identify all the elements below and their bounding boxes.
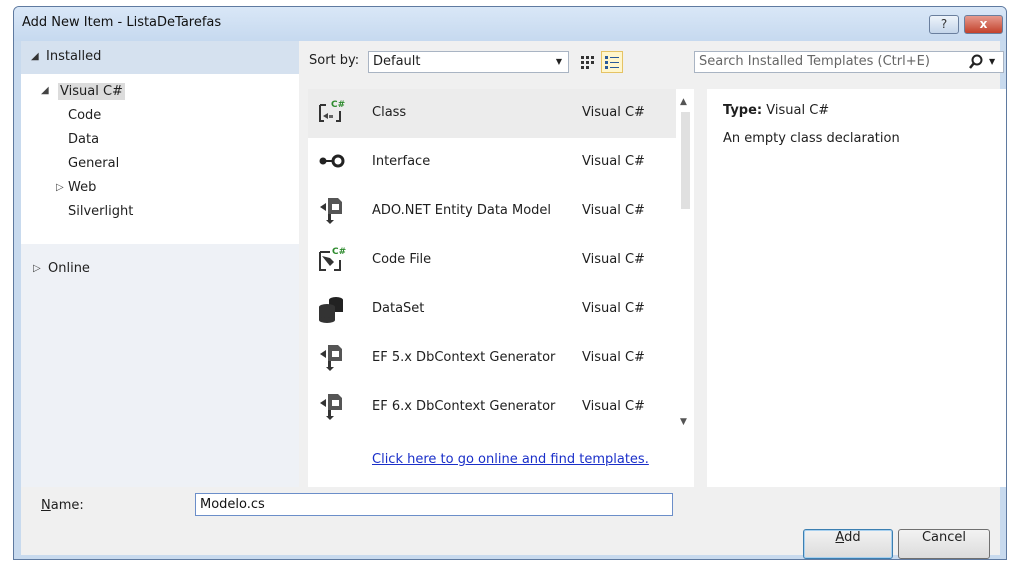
close-button[interactable]: x xyxy=(964,15,1003,34)
cancel-button[interactable]: Cancel xyxy=(898,529,990,559)
template-tree: ◢ Visual C# Code Data General ▷ Web Silv… xyxy=(21,74,299,244)
template-list: C# Class Visual C# Interface Visual C# A… xyxy=(308,89,676,487)
ef-generator-icon xyxy=(320,394,342,420)
dataset-icon xyxy=(319,297,343,323)
installed-label: Installed xyxy=(46,49,102,64)
template-language: Visual C# xyxy=(582,105,645,120)
template-row-dataset[interactable]: DataSet Visual C# xyxy=(308,285,676,334)
template-row-ado-net[interactable]: ADO.NET Entity Data Model Visual C# xyxy=(308,187,676,236)
chevron-down-icon: ▼ xyxy=(555,57,562,66)
type-label: Type: xyxy=(723,103,763,118)
sort-by-value: Default xyxy=(373,54,421,69)
template-name: Code File xyxy=(372,252,432,267)
tree-item-general[interactable]: General xyxy=(68,156,119,171)
template-name: Class xyxy=(372,105,407,120)
template-row-ef5-generator[interactable]: EF 5.x DbContext Generator Visual C# xyxy=(308,334,676,383)
grid-view-button[interactable] xyxy=(577,51,599,73)
tree-item-visual-csharp[interactable]: Visual C# xyxy=(58,83,125,100)
grid-view-icon xyxy=(581,56,594,69)
svg-text:C#: C# xyxy=(331,100,345,110)
tree-item-code[interactable]: Code xyxy=(68,108,101,123)
find-online-templates-link[interactable]: Click here to go online and find templat… xyxy=(372,452,649,467)
window-title: Add New Item - ListaDeTarefas xyxy=(22,15,222,30)
tree-item-silverlight[interactable]: Silverlight xyxy=(68,204,133,219)
tree-item-data[interactable]: Data xyxy=(68,132,99,147)
name-label-accesskey: N xyxy=(41,498,51,513)
template-row-class[interactable]: C# Class Visual C# xyxy=(308,89,676,138)
add-button-rest: dd xyxy=(844,530,861,545)
template-row-ef6-generator[interactable]: EF 6.x DbContext Generator Visual C# xyxy=(308,383,676,432)
tree-item-online[interactable]: Online xyxy=(48,261,90,276)
template-language: Visual C# xyxy=(582,350,645,365)
template-name: DataSet xyxy=(372,301,425,316)
sort-by-select[interactable]: Default ▼ xyxy=(368,51,569,73)
sort-by-label: Sort by: xyxy=(309,53,360,68)
name-field[interactable] xyxy=(195,493,673,516)
search-icon[interactable] xyxy=(967,53,985,71)
code-file-icon: C# xyxy=(319,247,346,271)
expand-arrow-icon[interactable]: ▷ xyxy=(33,263,41,274)
template-details-panel: Type: Visual C# An empty class declarati… xyxy=(707,89,1006,487)
add-new-item-dialog: Add New Item - ListaDeTarefas ? x ◢ Inst… xyxy=(13,6,1007,560)
add-button-accesskey: A xyxy=(835,530,845,545)
template-name: ADO.NET Entity Data Model xyxy=(372,203,552,218)
sort-toolbar: Sort by: Default ▼ xyxy=(299,41,694,89)
search-placeholder: Search Installed Templates (Ctrl+E) xyxy=(699,54,930,69)
template-language: Visual C# xyxy=(582,154,645,169)
search-templates-input[interactable]: Search Installed Templates (Ctrl+E) ▼ xyxy=(694,51,1004,73)
installed-header[interactable]: ◢ Installed xyxy=(21,41,299,74)
template-language: Visual C# xyxy=(582,203,645,218)
template-name: EF 6.x DbContext Generator xyxy=(372,399,556,414)
tree-item-web[interactable]: Web xyxy=(68,180,96,195)
list-view-button[interactable] xyxy=(601,51,623,73)
scroll-thumb[interactable] xyxy=(681,112,690,209)
scroll-down-icon[interactable]: ▼ xyxy=(680,417,687,427)
template-description: An empty class declaration xyxy=(723,131,900,146)
scroll-up-icon[interactable]: ▲ xyxy=(680,97,687,107)
name-label: Name: xyxy=(41,498,84,513)
collapse-arrow-icon[interactable]: ◢ xyxy=(31,51,39,62)
template-name: Interface xyxy=(372,154,431,169)
template-name: EF 5.x DbContext Generator xyxy=(372,350,556,365)
add-button[interactable]: Add xyxy=(803,529,893,559)
template-type: Type: Visual C# xyxy=(723,103,829,118)
chevron-down-icon[interactable]: ▼ xyxy=(989,57,995,66)
name-label-rest: ame: xyxy=(50,498,84,513)
template-list-scrollbar[interactable]: ▲ ▼ xyxy=(676,89,694,487)
interface-icon xyxy=(319,154,345,168)
ef-generator-icon xyxy=(320,345,342,371)
svg-text:C#: C# xyxy=(332,247,346,257)
online-section: ▷ Online xyxy=(21,244,299,487)
dialog-body: ◢ Installed ◢ Visual C# Code Data Genera… xyxy=(21,41,1006,559)
template-language: Visual C# xyxy=(582,252,645,267)
expand-arrow-icon[interactable]: ▷ xyxy=(56,182,64,193)
list-view-icon xyxy=(605,56,619,69)
title-bar: Add New Item - ListaDeTarefas ? x xyxy=(14,7,1006,41)
help-button[interactable]: ? xyxy=(929,15,959,34)
template-row-interface[interactable]: Interface Visual C# xyxy=(308,138,676,187)
type-value: Visual C# xyxy=(766,103,830,118)
entity-model-icon xyxy=(320,198,342,224)
template-language: Visual C# xyxy=(582,399,645,414)
class-icon: C# xyxy=(319,100,345,122)
template-language: Visual C# xyxy=(582,301,645,316)
expand-arrow-icon[interactable]: ◢ xyxy=(41,85,49,96)
template-row-code-file[interactable]: C# Code File Visual C# xyxy=(308,236,676,285)
